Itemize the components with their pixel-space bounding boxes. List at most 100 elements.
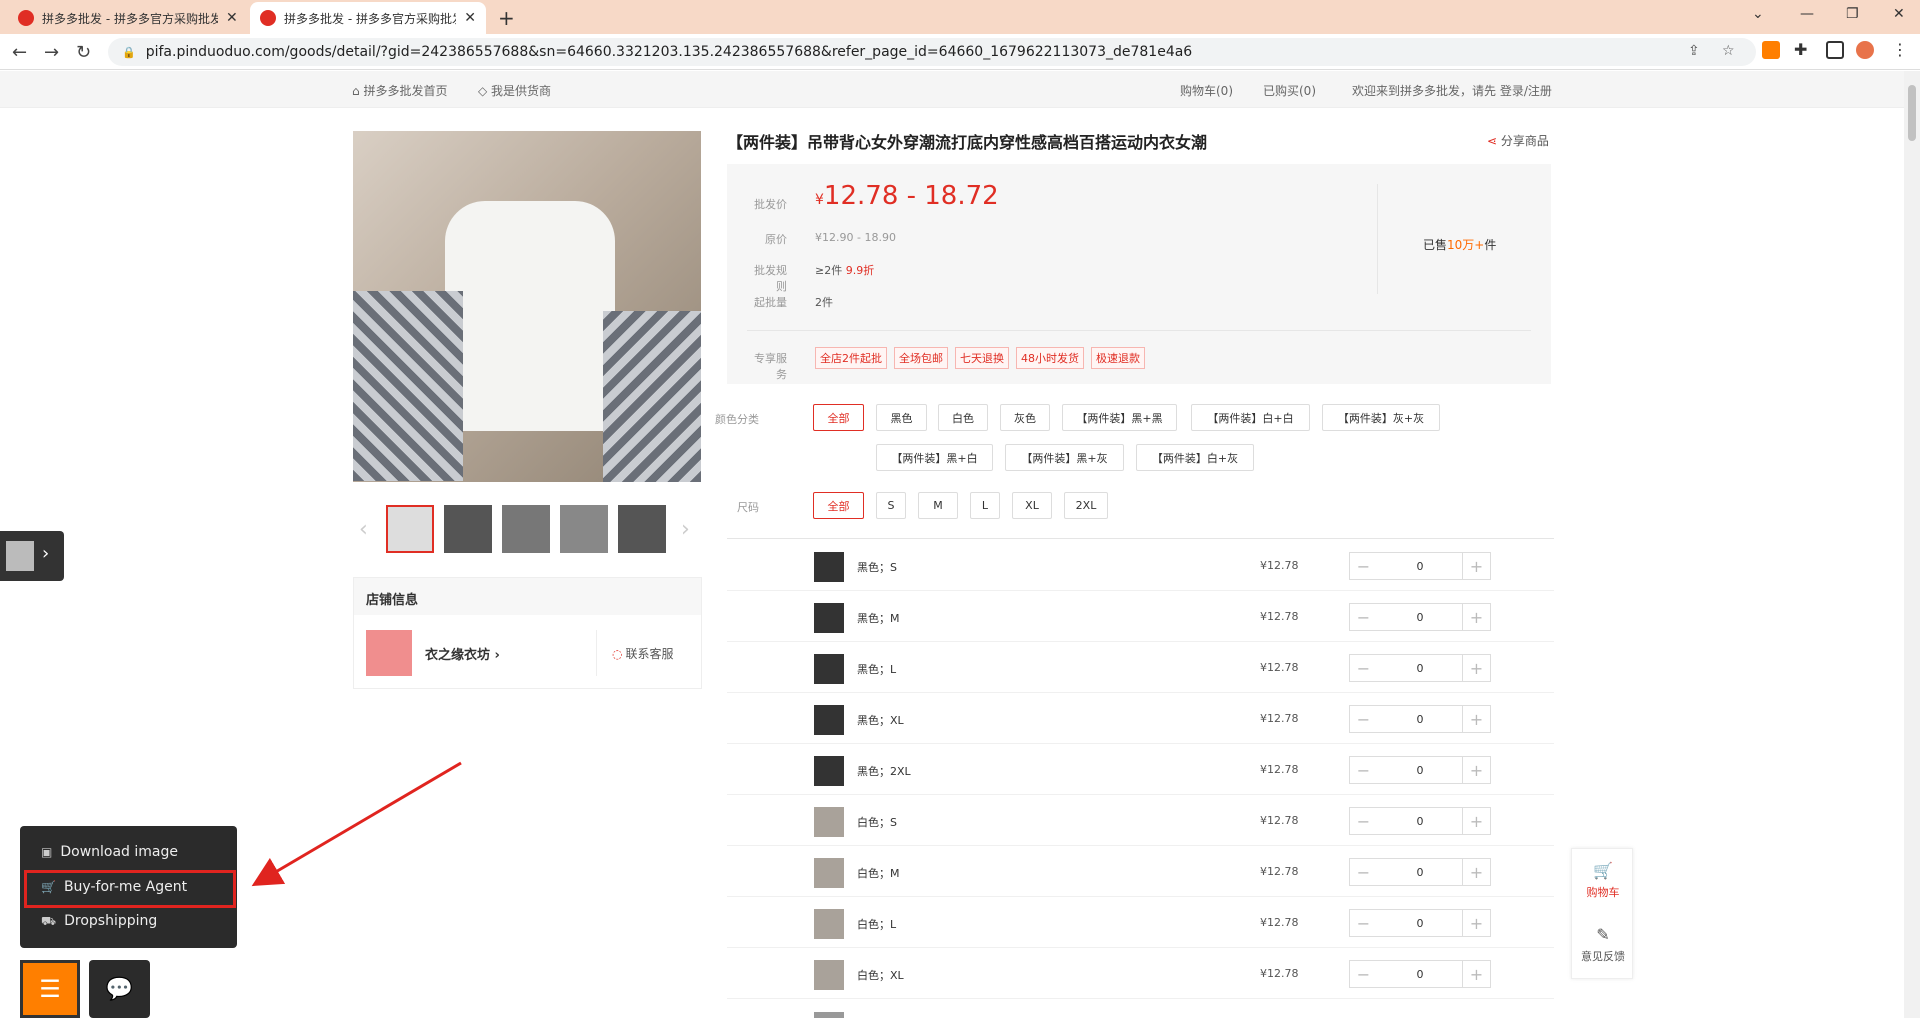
color-option[interactable]: 【两件装】黑+黑 (1062, 404, 1177, 431)
color-option[interactable]: 白色 (938, 404, 988, 431)
bought-link[interactable]: 已购买(0) (1263, 82, 1316, 99)
quantity-input[interactable]: 0 (1377, 552, 1463, 580)
increase-button[interactable]: + (1462, 960, 1491, 988)
size-option[interactable]: L (970, 492, 1000, 519)
sku-thumbnail (814, 909, 844, 939)
size-option[interactable]: 全部 (813, 492, 864, 519)
color-option[interactable]: 灰色 (1000, 404, 1050, 431)
new-tab-button[interactable]: + (498, 6, 515, 30)
increase-button[interactable]: + (1462, 807, 1491, 835)
decrease-button[interactable]: − (1349, 705, 1378, 733)
share-page-icon[interactable]: ⇪ (1688, 43, 1700, 59)
increase-button[interactable]: + (1462, 654, 1491, 682)
extensions-puzzle-icon[interactable]: ✚ (1794, 40, 1812, 59)
increase-button[interactable]: + (1462, 858, 1491, 886)
decrease-button[interactable]: − (1349, 552, 1378, 580)
increase-button[interactable]: + (1462, 909, 1491, 937)
thumb-prev-icon[interactable]: ‹ (359, 517, 368, 542)
image-icon: ▣ (41, 845, 53, 859)
shop-logo[interactable] (366, 630, 412, 676)
forward-icon[interactable]: → (44, 42, 59, 63)
color-option[interactable]: 全部 (813, 404, 864, 431)
browser-tab-1[interactable]: 拼多多批发 - 拼多多官方采购批发 ✕ (8, 2, 248, 34)
increase-button[interactable]: + (1462, 756, 1491, 784)
browser-menu-icon[interactable]: ⋮ (1892, 40, 1910, 59)
size-option[interactable]: M (918, 492, 958, 519)
sku-name: 白色；L (857, 918, 897, 931)
color-option[interactable]: 【两件装】白+灰 (1136, 444, 1254, 471)
reload-icon[interactable]: ↻ (76, 42, 91, 63)
dropshipping-item[interactable]: ⛟ Dropshipping (41, 913, 157, 930)
floating-cart-button[interactable]: 🛒 购物车 (1572, 861, 1634, 900)
increase-button[interactable]: + (1462, 603, 1491, 631)
side-panel-icon[interactable] (1826, 41, 1844, 59)
color-option[interactable]: 【两件装】黑+灰 (1005, 444, 1124, 471)
decrease-button[interactable]: − (1349, 756, 1378, 784)
size-option[interactable]: 2XL (1064, 492, 1108, 519)
color-option[interactable]: 【两件装】白+白 (1191, 404, 1310, 431)
feedback-button[interactable]: ✎ 意见反馈 (1572, 925, 1634, 964)
cart-link[interactable]: 购物车(0) (1180, 82, 1233, 99)
restore-window-button[interactable]: ❐ (1846, 6, 1859, 22)
home-link[interactable]: ⌂ 拼多多批发首页 (352, 82, 447, 99)
url-bar[interactable]: 🔒 pifa.pinduoduo.com/goods/detail/?gid=2… (108, 38, 1756, 66)
bookmark-star-icon[interactable]: ☆ (1722, 43, 1735, 59)
thumb-next-icon[interactable]: › (681, 517, 690, 542)
close-tab-icon[interactable]: ✕ (464, 10, 476, 26)
quantity-input[interactable]: 0 (1377, 858, 1463, 886)
close-tab-icon[interactable]: ✕ (226, 10, 238, 26)
chat-button[interactable]: 💬 (89, 960, 150, 1018)
thumbnail[interactable] (386, 505, 434, 553)
supplier-link[interactable]: ◇ 我是供货商 (478, 82, 551, 99)
scrollbar-thumb[interactable] (1908, 85, 1916, 141)
browser-tab-2[interactable]: 拼多多批发 - 拼多多官方采购批发 ✕ (250, 2, 486, 34)
contact-service-button[interactable]: ◌ 联系客服 (612, 645, 674, 662)
minimize-window-button[interactable]: — (1800, 6, 1814, 22)
color-option[interactable]: 【两件装】黑+白 (876, 444, 993, 471)
decrease-button[interactable]: − (1349, 960, 1378, 988)
decrease-button[interactable]: − (1349, 603, 1378, 631)
extension-menu-button[interactable]: ☰ (20, 960, 80, 1018)
decrease-button[interactable]: − (1349, 654, 1378, 682)
sku-price: ¥12.78 (1260, 763, 1299, 776)
quantity-input[interactable]: 0 (1377, 807, 1463, 835)
quantity-input[interactable]: 0 (1377, 654, 1463, 682)
quantity-input[interactable]: 0 (1377, 960, 1463, 988)
color-option[interactable]: 【两件装】灰+灰 (1322, 404, 1440, 431)
share-product-button[interactable]: ⋖ 分享商品 (1487, 132, 1549, 149)
quantity-input[interactable]: 0 (1377, 705, 1463, 733)
decrease-button[interactable]: − (1349, 909, 1378, 937)
lock-icon: 🔒 (122, 45, 136, 59)
thumbnail[interactable] (560, 505, 608, 553)
sku-name: 黑色；XL (857, 714, 904, 727)
back-icon[interactable]: ← (12, 42, 27, 63)
decrease-button[interactable]: − (1349, 807, 1378, 835)
extension-orange-icon[interactable] (1762, 41, 1780, 59)
chevron-right-icon: › (42, 543, 50, 564)
shop-name-link[interactable]: 衣之缘衣坊 › (425, 644, 500, 663)
login-link[interactable]: 欢迎来到拼多多批发，请先 登录/注册 (1352, 82, 1552, 99)
sku-row: 黑色；2XL ¥12.78 − 0 + (727, 744, 1554, 795)
size-option[interactable]: S (876, 492, 906, 519)
thumbnail[interactable] (444, 505, 492, 553)
sku-row: 黑色；XL ¥12.78 − 0 + (727, 693, 1554, 744)
decrease-button[interactable]: − (1349, 858, 1378, 886)
page-scrollbar[interactable] (1904, 71, 1920, 1018)
sku-price: ¥12.78 (1260, 661, 1299, 674)
quantity-input[interactable]: 0 (1377, 603, 1463, 631)
side-image-tab[interactable]: › (0, 531, 64, 581)
increase-button[interactable]: + (1462, 552, 1491, 580)
service-label: 专享服务 (754, 352, 787, 381)
quantity-input[interactable]: 0 (1377, 756, 1463, 784)
close-window-button[interactable]: ✕ (1893, 6, 1905, 22)
increase-button[interactable]: + (1462, 705, 1491, 733)
thumbnail[interactable] (502, 505, 550, 553)
size-option[interactable]: XL (1012, 492, 1052, 519)
sold-count: 已售10万+件 (1423, 238, 1497, 252)
download-image-item[interactable]: ▣ Download image (41, 844, 178, 860)
tab-search-icon[interactable]: ⌄ (1752, 6, 1764, 22)
thumbnail[interactable] (618, 505, 666, 553)
color-option[interactable]: 黑色 (876, 404, 927, 431)
quantity-input[interactable]: 0 (1377, 909, 1463, 937)
profile-avatar-icon[interactable] (1856, 41, 1874, 59)
